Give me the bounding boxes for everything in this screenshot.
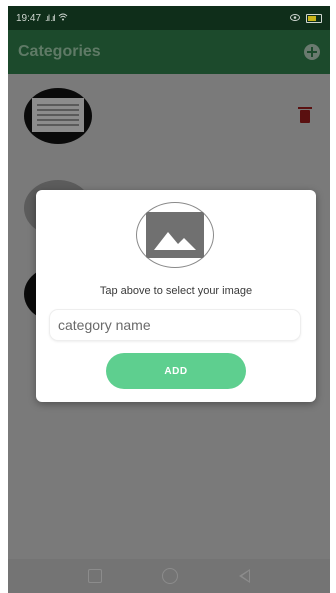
page-title: Categories	[18, 43, 101, 60]
add-category-dialog: Tap above to select your image ADD	[36, 190, 316, 402]
phone-screen: 19:47 .ıl .ıl Categories Tap above to se…	[8, 6, 330, 593]
add-button[interactable]: ADD	[106, 353, 246, 389]
battery-icon	[306, 13, 322, 23]
wifi-icon	[58, 13, 68, 24]
system-nav-bar	[8, 559, 330, 593]
back-triangle-icon[interactable]	[238, 569, 250, 583]
add-circle-icon[interactable]	[304, 44, 320, 60]
category-name-input[interactable]	[50, 310, 300, 340]
list-item[interactable]	[8, 88, 330, 148]
image-picker[interactable]	[136, 202, 214, 268]
eye-icon	[290, 13, 300, 24]
category-thumbnail	[24, 88, 92, 144]
signal-icon: .ıl .ıl	[45, 13, 55, 23]
status-time: 19:47	[16, 12, 42, 24]
image-icon	[146, 212, 204, 258]
square-icon[interactable]	[88, 569, 103, 583]
home-circle-icon[interactable]	[162, 568, 179, 584]
delete-icon[interactable]	[298, 107, 312, 123]
status-bar: 19:47 .ıl .ıl	[8, 6, 330, 30]
app-bar: Categories	[8, 30, 330, 74]
dialog-hint: Tap above to select your image	[99, 285, 253, 297]
